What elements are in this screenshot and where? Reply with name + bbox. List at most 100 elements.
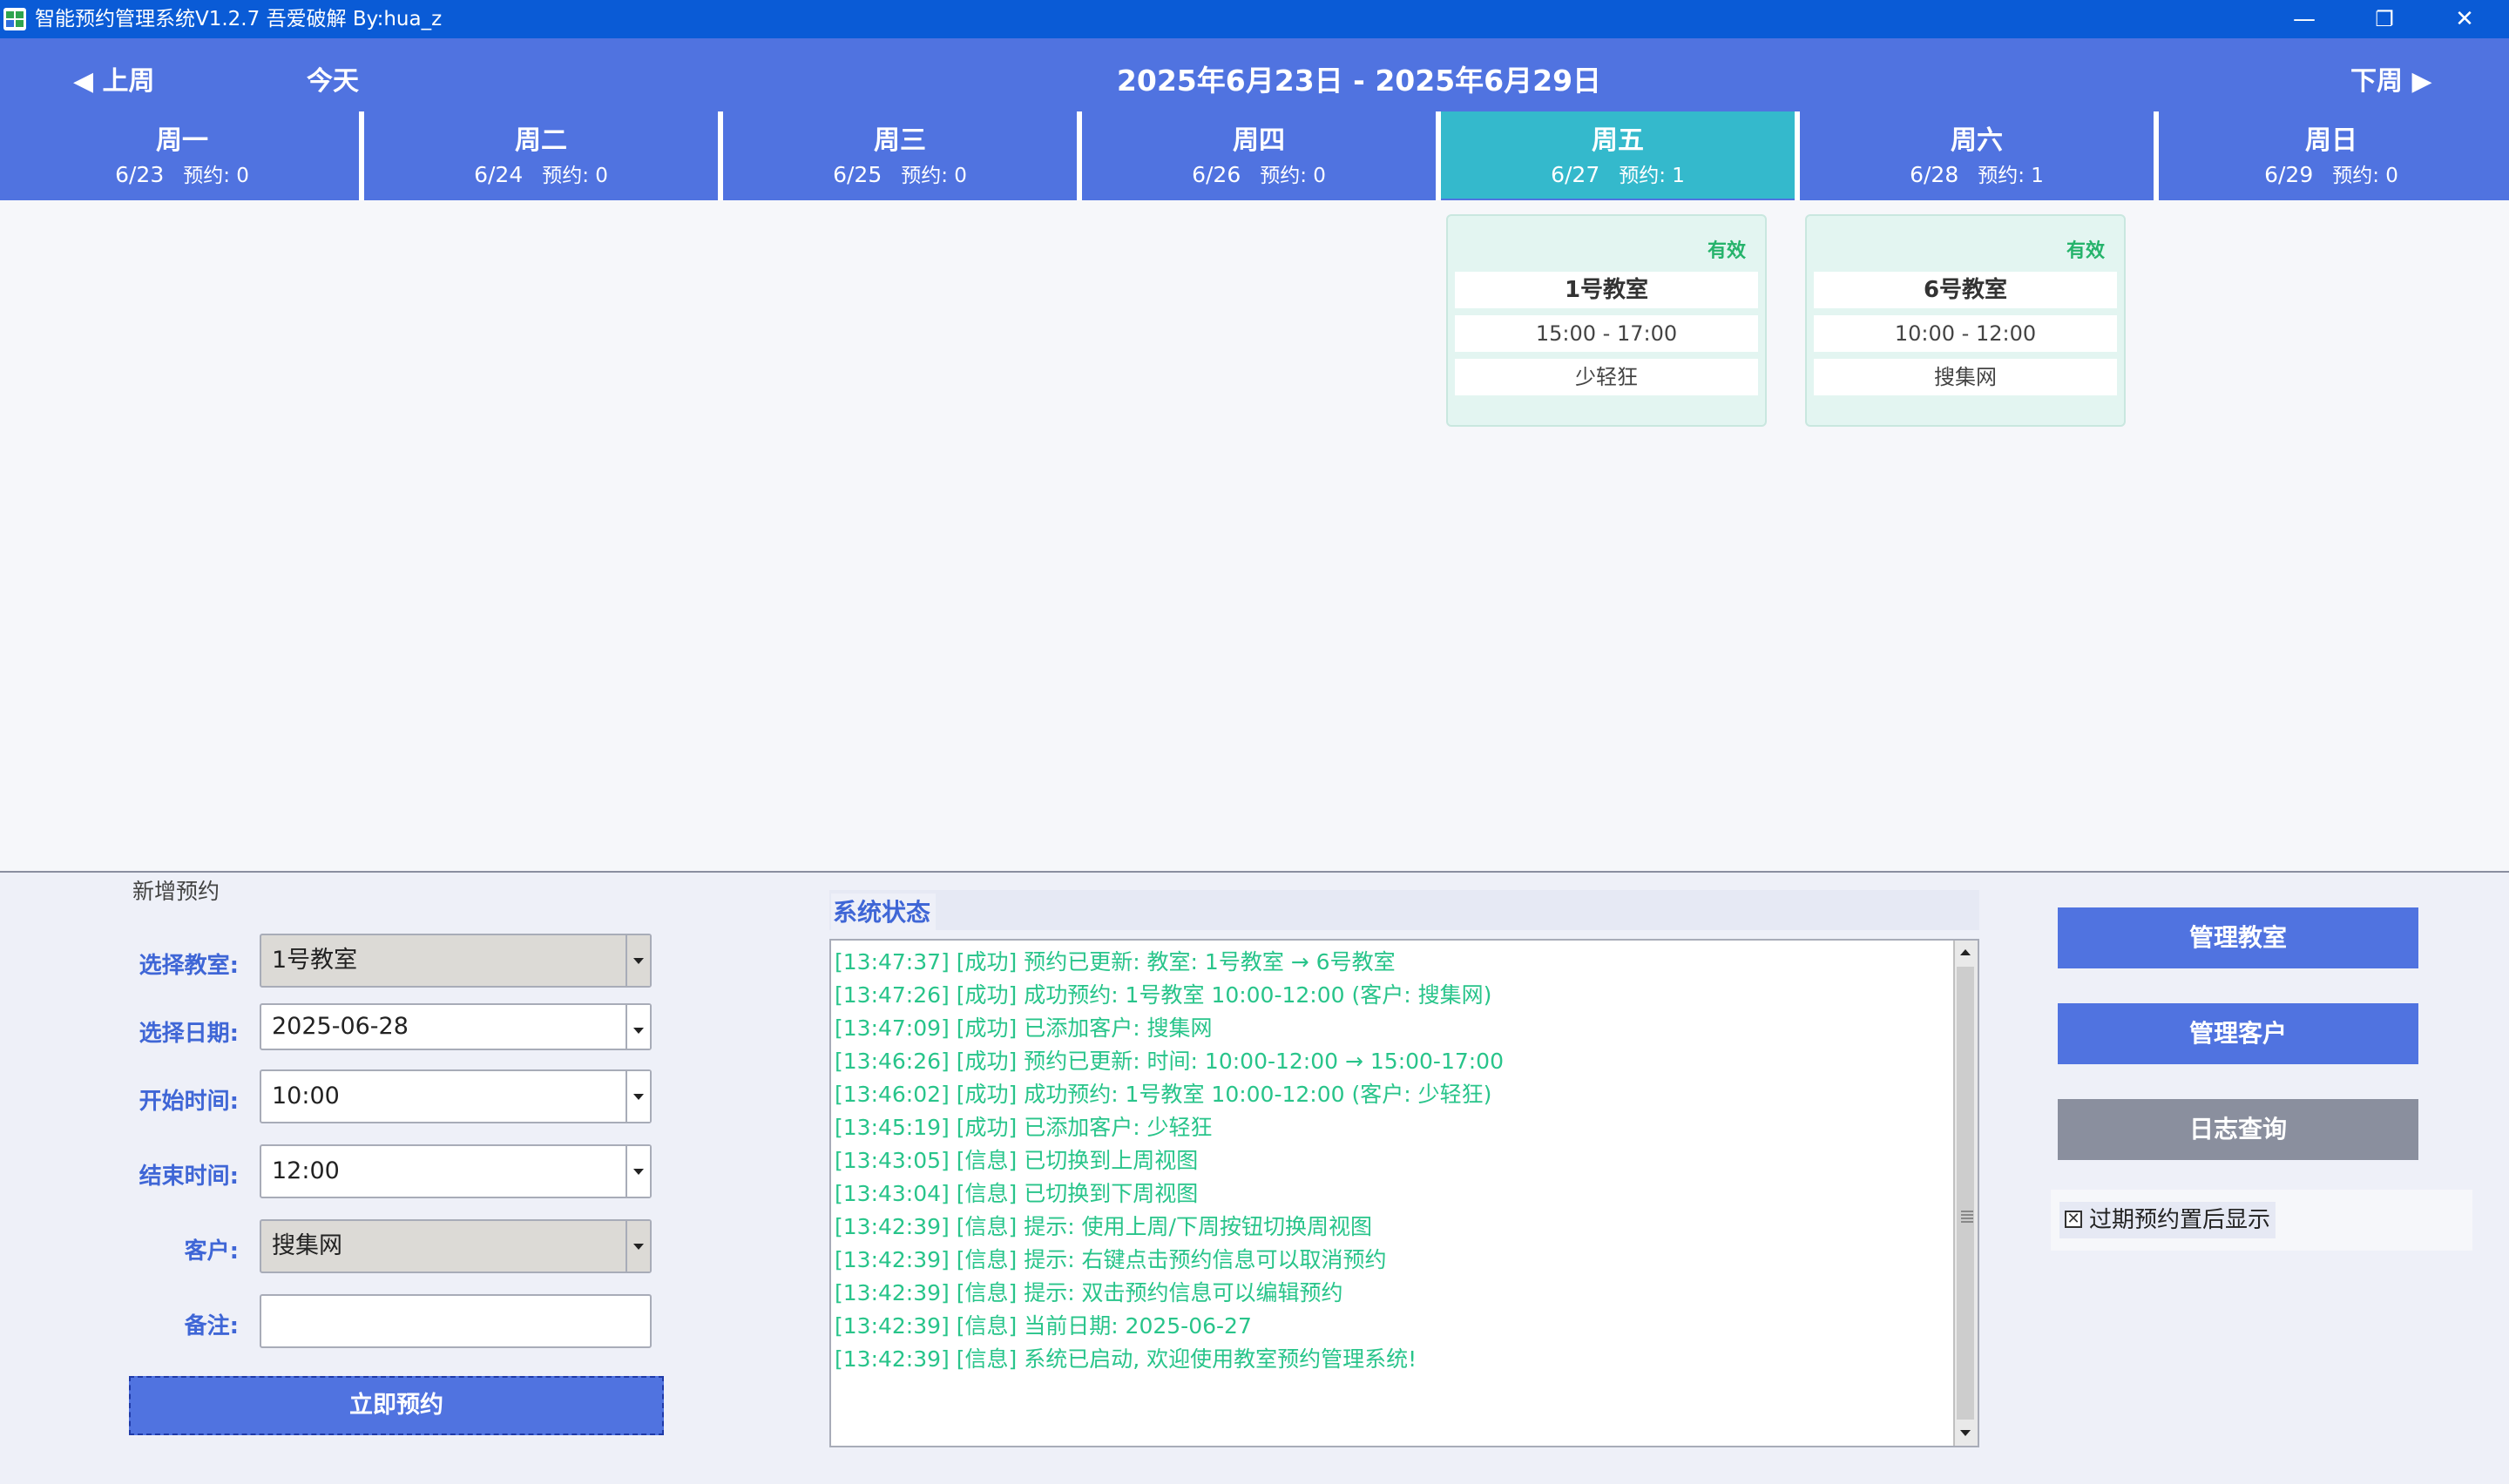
expired-last-label[interactable]: 过期预约置后显示 — [2059, 1202, 2276, 1238]
day-name: 周三 — [874, 125, 926, 156]
day-divider — [718, 111, 723, 200]
log-line: [13:45:19] [成功] 已添加客户: 少轻狂 — [835, 1115, 1213, 1140]
window-title: 智能预约管理系统V1.2.7 吾爱破解 By:hua_z — [35, 8, 443, 30]
log-box[interactable]: [13:47:37] [成功] 预约已更新: 教室: 1号教室 → 6号教室 [… — [829, 939, 1979, 1447]
log-scrollbar[interactable] — [1953, 941, 1978, 1446]
log-line: [13:47:09] [成功] 已添加客户: 搜集网 — [835, 1015, 1213, 1041]
day-date: 6/23 — [115, 162, 165, 187]
day-date: 6/27 — [1551, 162, 1600, 187]
chevron-down-icon[interactable] — [626, 1071, 650, 1122]
log-line: [13:43:05] [信息] 已切换到上周视图 — [835, 1148, 1199, 1173]
log-line: [13:47:37] [成功] 预约已更新: 教室: 1号教室 → 6号教室 — [835, 949, 1396, 975]
checkbox-x-icon[interactable]: ✕ — [2065, 1211, 2082, 1228]
customer-select[interactable]: 搜集网 — [260, 1219, 652, 1273]
booking-status: 有效 — [2066, 240, 2105, 262]
chevron-down-icon[interactable] — [626, 1005, 650, 1049]
day-count: 预约: 0 — [183, 165, 249, 187]
next-week-button[interactable]: 下周 ▶ — [2350, 59, 2432, 98]
start-time-select[interactable]: 10:00 — [260, 1069, 652, 1123]
day-column-sun[interactable]: 周日 6/29 预约: 0 — [2159, 111, 2504, 199]
day-date: 6/25 — [833, 162, 883, 187]
day-name: 周四 — [1233, 125, 1285, 156]
booking-time: 10:00 - 12:00 — [1814, 315, 2117, 352]
scroll-down-icon[interactable] — [1955, 1421, 1976, 1446]
end-time-select[interactable]: 12:00 — [260, 1144, 652, 1198]
day-count: 预约: 0 — [542, 165, 608, 187]
booking-time: 15:00 - 17:00 — [1455, 315, 1758, 352]
log-line: [13:42:39] [信息] 提示: 双击预约信息可以编辑预约 — [835, 1280, 1343, 1305]
status-title: 系统状态 — [831, 894, 937, 930]
note-label: 备注: — [184, 1313, 239, 1339]
date-value: 2025-06-28 — [272, 1013, 409, 1040]
booking-status: 有效 — [1707, 240, 1746, 262]
day-divider — [359, 111, 364, 200]
room-select[interactable]: 1号教室 — [260, 934, 652, 988]
day-name: 周一 — [156, 125, 208, 156]
day-divider — [2154, 111, 2159, 200]
day-count: 预约: 1 — [1978, 165, 2044, 187]
customer-value: 搜集网 — [272, 1232, 342, 1259]
day-divider — [1077, 111, 1082, 200]
day-date: 6/24 — [474, 162, 524, 187]
booking-room: 1号教室 — [1455, 272, 1758, 308]
chevron-down-icon[interactable] — [626, 1221, 650, 1272]
status-header — [829, 890, 1979, 930]
grip-icon — [1961, 1211, 1973, 1224]
log-line: [13:46:26] [成功] 预约已更新: 时间: 10:00-12:00 →… — [835, 1049, 1504, 1074]
scrollbar-thumb[interactable] — [1957, 967, 1974, 1420]
today-button[interactable]: 今天 — [307, 59, 359, 98]
form-group-title: 新增预约 — [127, 874, 226, 906]
manage-customers-button[interactable]: 管理客户 — [2058, 1003, 2418, 1064]
week-date-range: 2025年6月23日 - 2025年6月29日 — [1116, 64, 1602, 98]
day-divider — [1795, 111, 1800, 200]
booking-card[interactable]: 有效 6号教室 10:00 - 12:00 搜集网 — [1805, 214, 2126, 427]
log-line: [13:42:39] [信息] 提示: 使用上周/下周按钮切换周视图 — [835, 1214, 1372, 1239]
calendar-area — [0, 200, 2509, 873]
date-picker[interactable]: 2025-06-28 — [260, 1003, 652, 1050]
day-count: 预约: 0 — [1260, 165, 1326, 187]
day-column-tue[interactable]: 周二 6/24 预约: 0 — [364, 111, 718, 199]
day-divider — [1436, 111, 1441, 200]
log-list: [13:47:37] [成功] 预约已更新: 教室: 1号教室 → 6号教室 [… — [835, 946, 1906, 1376]
booking-customer: 少轻狂 — [1455, 359, 1758, 395]
day-name: 周二 — [515, 125, 567, 156]
day-column-fri[interactable]: 周五 6/27 预约: 1 — [1441, 111, 1795, 199]
day-date: 6/29 — [2264, 162, 2314, 187]
restore-button[interactable]: ❐ — [2345, 0, 2424, 38]
close-button[interactable]: ✕ — [2425, 0, 2504, 38]
room-label: 选择教室: — [139, 953, 239, 979]
day-column-sat[interactable]: 周六 6/28 预约: 1 — [1800, 111, 2154, 199]
booking-customer: 搜集网 — [1814, 359, 2117, 395]
manage-rooms-button[interactable]: 管理教室 — [2058, 907, 2418, 968]
customer-label: 客户: — [184, 1238, 239, 1265]
booking-card[interactable]: 有效 1号教室 15:00 - 17:00 少轻狂 — [1446, 214, 1767, 427]
submit-booking-button[interactable]: 立即预约 — [129, 1376, 664, 1435]
log-line: [13:43:04] [信息] 已切换到下周视图 — [835, 1181, 1199, 1206]
day-count: 预约: 0 — [2332, 165, 2398, 187]
start-time-value: 10:00 — [272, 1083, 340, 1110]
log-line: [13:47:26] [成功] 成功预约: 1号教室 10:00-12:00 (… — [835, 982, 1492, 1008]
day-count: 预约: 1 — [1619, 165, 1685, 187]
day-column-mon[interactable]: 周一 6/23 预约: 0 — [5, 111, 359, 199]
end-time-value: 12:00 — [272, 1157, 340, 1184]
note-input[interactable] — [260, 1294, 652, 1348]
log-line: [13:42:39] [信息] 系统已启动, 欢迎使用教室预约管理系统! — [835, 1346, 1417, 1372]
day-name: 周五 — [1592, 125, 1644, 156]
end-time-label: 结束时间: — [139, 1164, 239, 1190]
title-bar: 智能预约管理系统V1.2.7 吾爱破解 By:hua_z — ❐ ✕ — [0, 0, 2509, 38]
day-column-thu[interactable]: 周四 6/26 预约: 0 — [1082, 111, 1436, 199]
chevron-down-icon[interactable] — [626, 935, 650, 986]
start-time-label: 开始时间: — [139, 1089, 239, 1115]
log-query-button[interactable]: 日志查询 — [2058, 1099, 2418, 1160]
date-label: 选择日期: — [139, 1021, 239, 1047]
day-count: 预约: 0 — [901, 165, 967, 187]
chevron-down-icon[interactable] — [626, 1146, 650, 1197]
scroll-up-icon[interactable] — [1955, 941, 1976, 965]
day-column-wed[interactable]: 周三 6/25 预约: 0 — [723, 111, 1077, 199]
log-line: [13:42:39] [信息] 当前日期: 2025-06-27 — [835, 1313, 1252, 1339]
day-date: 6/26 — [1192, 162, 1241, 187]
booking-room: 6号教室 — [1814, 272, 2117, 308]
day-date: 6/28 — [1910, 162, 1959, 187]
minimize-button[interactable]: — — [2265, 0, 2343, 38]
prev-week-button[interactable]: ◀ 上周 — [73, 59, 155, 98]
